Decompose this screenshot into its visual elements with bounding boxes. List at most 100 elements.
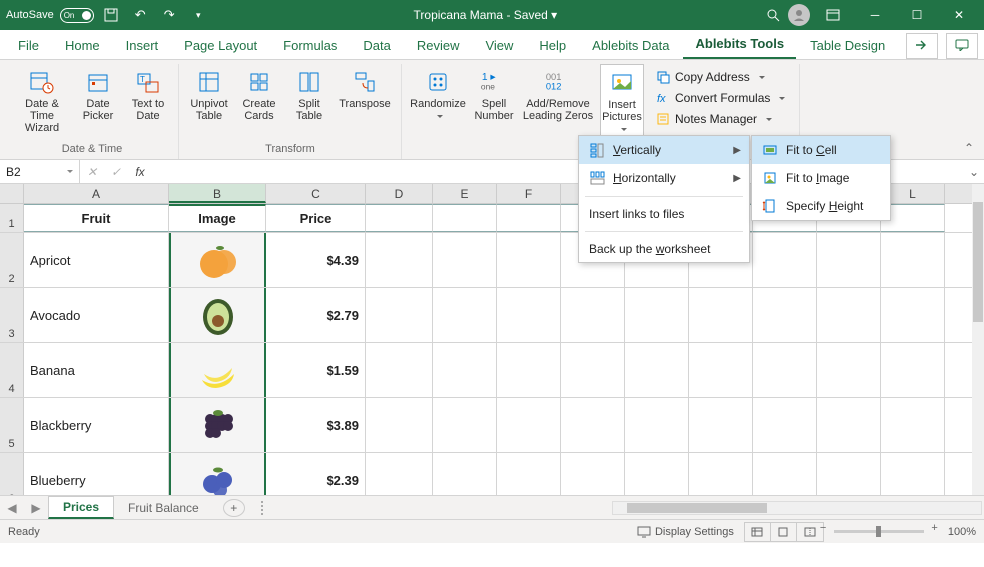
convert-formulas-button[interactable]: fx Convert Formulas <box>650 89 791 107</box>
tab-insert[interactable]: Insert <box>114 32 171 59</box>
qat-dropdown-icon[interactable]: ▾ <box>187 4 210 27</box>
price-cell[interactable]: $2.79 <box>266 288 366 342</box>
empty-cell[interactable] <box>561 288 625 342</box>
empty-cell[interactable] <box>689 398 753 452</box>
row-header[interactable]: 1 <box>0 204 24 232</box>
empty-cell[interactable] <box>625 398 689 452</box>
image-cell[interactable] <box>169 398 266 452</box>
row-header[interactable]: 5 <box>0 398 24 452</box>
tab-ablebits-tools[interactable]: Ablebits Tools <box>683 30 796 59</box>
fruit-cell[interactable]: Blackberry <box>24 398 169 452</box>
empty-cell[interactable] <box>753 453 817 495</box>
tab-ablebits-data[interactable]: Ablebits Data <box>580 32 681 59</box>
create-cards-button[interactable]: Create Cards <box>237 64 281 122</box>
empty-cell[interactable] <box>497 343 561 397</box>
formula-cancel-icon[interactable]: ✕ <box>80 160 104 183</box>
select-all-corner[interactable] <box>0 184 24 203</box>
sheet-tab-prices[interactable]: Prices <box>48 496 114 519</box>
empty-cell[interactable] <box>497 453 561 495</box>
image-cell[interactable] <box>169 233 266 287</box>
empty-cell[interactable] <box>817 233 881 287</box>
empty-cell[interactable] <box>561 453 625 495</box>
insert-pictures-button[interactable]: Insert Pictures <box>600 64 644 136</box>
zoom-level[interactable]: 100% <box>948 526 976 538</box>
col-header[interactable]: D <box>366 184 433 203</box>
empty-cell[interactable] <box>881 398 945 452</box>
empty-cell[interactable] <box>753 233 817 287</box>
menu-insert-links[interactable]: Insert links to files <box>579 201 749 227</box>
empty-cell[interactable] <box>433 398 497 452</box>
maximize-button[interactable]: ☐ <box>898 0 936 30</box>
copy-address-button[interactable]: Copy Address <box>650 68 791 86</box>
save-icon[interactable] <box>100 4 123 27</box>
empty-cell[interactable] <box>433 453 497 495</box>
menu-vertically[interactable]: Vertically ▶ <box>579 136 749 164</box>
empty-cell[interactable] <box>753 343 817 397</box>
image-cell[interactable] <box>169 453 266 495</box>
empty-cell[interactable] <box>497 204 561 232</box>
empty-cell[interactable] <box>625 343 689 397</box>
leading-zeros-button[interactable]: 001012 Add/Remove Leading Zeros <box>522 64 594 122</box>
col-header[interactable]: C <box>266 184 366 203</box>
redo-icon[interactable]: ↷ <box>158 4 181 27</box>
tab-file[interactable]: File <box>6 32 51 59</box>
price-cell[interactable]: $3.89 <box>266 398 366 452</box>
tab-help[interactable]: Help <box>527 32 578 59</box>
tab-data[interactable]: Data <box>351 32 402 59</box>
empty-cell[interactable] <box>433 288 497 342</box>
empty-cell[interactable] <box>817 398 881 452</box>
ribbon-display-options-icon[interactable] <box>814 0 852 30</box>
empty-cell[interactable] <box>497 233 561 287</box>
zoom-slider[interactable] <box>834 530 924 533</box>
empty-cell[interactable] <box>433 204 497 232</box>
empty-cell[interactable] <box>817 288 881 342</box>
empty-cell[interactable] <box>817 343 881 397</box>
sheet-nav-next-icon[interactable]: ▶ <box>24 501 48 515</box>
view-page-layout-icon[interactable] <box>771 523 797 541</box>
fruit-cell[interactable]: Banana <box>24 343 169 397</box>
empty-cell[interactable] <box>881 288 945 342</box>
empty-cell[interactable] <box>689 453 753 495</box>
date-picker-button[interactable]: Date Picker <box>76 64 120 122</box>
image-cell[interactable] <box>169 288 266 342</box>
view-normal-icon[interactable] <box>745 523 771 541</box>
tab-review[interactable]: Review <box>405 32 472 59</box>
search-icon[interactable] <box>761 4 784 27</box>
spell-number-button[interactable]: 1 ▸one Spell Number <box>472 64 516 122</box>
row-header[interactable]: 2 <box>0 233 24 287</box>
empty-cell[interactable] <box>561 343 625 397</box>
expand-formula-bar-icon[interactable]: ⌄ <box>964 160 984 183</box>
text-to-date-button[interactable]: T Text to Date <box>126 64 170 122</box>
minimize-button[interactable]: ─ <box>856 0 894 30</box>
insert-function-icon[interactable]: fx <box>128 160 152 183</box>
menu-fit-to-image[interactable]: Fit to Image <box>752 164 890 192</box>
formula-enter-icon[interactable]: ✓ <box>104 160 128 183</box>
price-cell[interactable]: $2.39 <box>266 453 366 495</box>
empty-cell[interactable] <box>881 343 945 397</box>
empty-cell[interactable] <box>817 453 881 495</box>
randomize-button[interactable]: Randomize <box>410 64 466 122</box>
col-header[interactable]: A <box>24 184 169 203</box>
vertical-scrollbar[interactable] <box>972 184 984 495</box>
account-icon[interactable] <box>788 4 810 26</box>
menu-specify-height[interactable]: Specify Height <box>752 192 890 220</box>
autosave-toggle[interactable]: On <box>60 8 94 23</box>
header-image[interactable]: Image <box>169 204 266 232</box>
fruit-cell[interactable]: Apricot <box>24 233 169 287</box>
empty-cell[interactable] <box>366 288 433 342</box>
menu-backup-worksheet[interactable]: Back up the worksheet <box>579 236 749 262</box>
menu-fit-to-cell[interactable]: Fit to Cell <box>752 136 890 164</box>
col-header[interactable]: B <box>169 184 266 203</box>
sheet-nav-prev-icon[interactable]: ◀ <box>0 501 24 515</box>
undo-icon[interactable]: ↶ <box>129 4 152 27</box>
tab-view[interactable]: View <box>473 32 525 59</box>
empty-cell[interactable] <box>881 453 945 495</box>
header-fruit[interactable]: Fruit <box>24 204 169 232</box>
empty-cell[interactable] <box>433 233 497 287</box>
horizontal-scrollbar[interactable] <box>612 501 982 515</box>
image-cell[interactable] <box>169 343 266 397</box>
close-button[interactable]: ✕ <box>940 0 978 30</box>
empty-cell[interactable] <box>753 398 817 452</box>
empty-cell[interactable] <box>366 453 433 495</box>
empty-cell[interactable] <box>625 453 689 495</box>
